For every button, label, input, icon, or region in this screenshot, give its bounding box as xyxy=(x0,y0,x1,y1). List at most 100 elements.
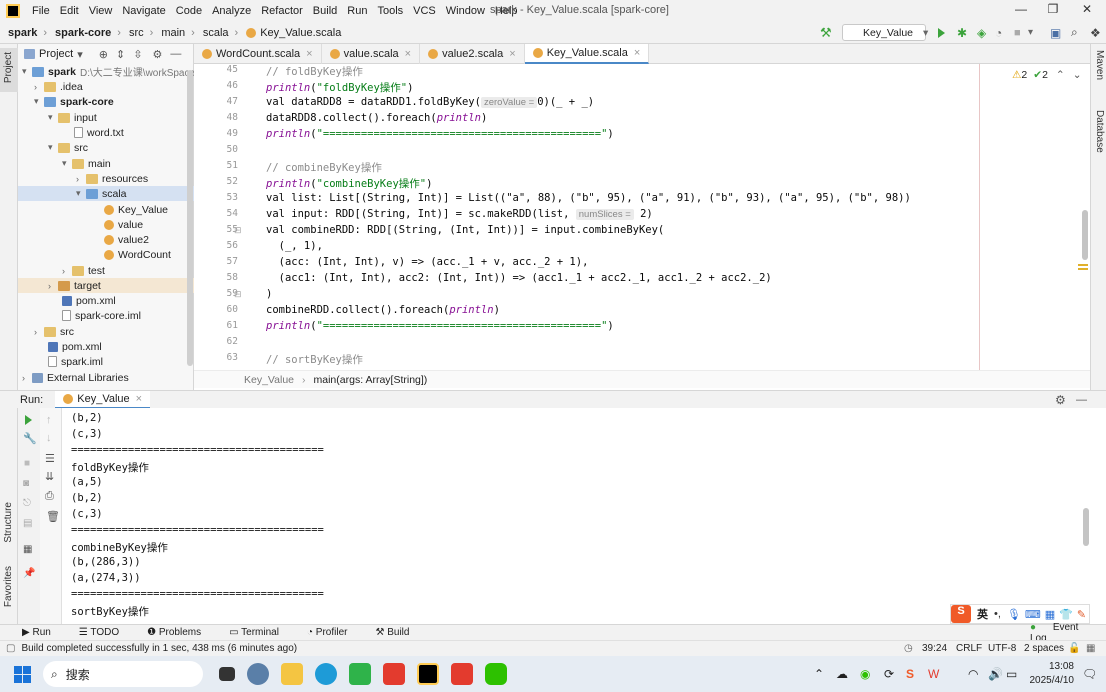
tree-item-main[interactable]: ▾ main xyxy=(62,156,111,171)
toolwindow-terminal[interactable]: ▭ Terminal xyxy=(229,627,293,638)
wps-icon[interactable] xyxy=(383,663,405,685)
skin-icon[interactable]: 👕 xyxy=(1059,608,1073,621)
edge-browser-icon[interactable] xyxy=(315,663,337,685)
trash-icon[interactable]: 🗑 xyxy=(46,510,60,523)
favorites-tool-button[interactable]: Favorites xyxy=(3,566,14,607)
exit-icon[interactable]: ⎋ xyxy=(23,498,31,509)
clock[interactable]: 13:08 2025/4/10 xyxy=(1028,660,1075,688)
breadcrumb-scala[interactable]: scala xyxy=(203,27,229,39)
breadcrumb-file[interactable]: Key_Value.scala xyxy=(246,27,341,39)
menu-run[interactable]: Run xyxy=(347,5,367,17)
project-structure-icon[interactable]: ▣ xyxy=(1050,26,1061,40)
tree-item-scala[interactable]: ▾ scala xyxy=(18,186,194,201)
tree-item-external-libraries[interactable]: › External Libraries xyxy=(22,370,129,385)
code-editor[interactable]: 45 46 47 48 49 50 51 52 53 54 55 56 57 5… xyxy=(194,64,1090,370)
status-message[interactable]: Build completed successfully in 1 sec, 4… xyxy=(21,643,297,654)
wps-office-icon[interactable] xyxy=(451,663,473,685)
menu-navigate[interactable]: Navigate xyxy=(122,5,165,17)
breadcrumb-object[interactable]: Key_Value xyxy=(244,374,294,386)
menu-view[interactable]: View xyxy=(89,5,113,17)
indent-setting[interactable]: 2 spaces xyxy=(1024,643,1064,654)
tray-chevron-icon[interactable]: ⌃ xyxy=(814,667,824,681)
notification-icon[interactable]: 🗨 xyxy=(1082,667,1097,681)
volume-icon[interactable]: 🔊 xyxy=(988,667,1003,681)
up-arrow-icon[interactable]: ↑ xyxy=(46,414,52,426)
battery-icon[interactable]: ▭ xyxy=(1006,667,1017,681)
restore-layout-icon[interactable]: ▤ xyxy=(23,518,32,529)
tree-item-spark-iml[interactable]: spark.iml xyxy=(48,354,103,369)
toolwindow-problems[interactable]: ❶ Problems xyxy=(147,627,215,638)
tree-item-spark-core-iml[interactable]: spark-core.iml xyxy=(62,308,141,323)
fold-marker-icon[interactable]: ⊟ xyxy=(234,225,242,236)
hide-panel-icon[interactable]: — xyxy=(1076,394,1087,406)
file-explorer-icon[interactable] xyxy=(281,663,303,685)
down-arrow-icon[interactable]: ↓ xyxy=(46,432,52,444)
structure-tool-button[interactable]: Structure xyxy=(3,502,14,543)
breadcrumb-main[interactable]: main xyxy=(161,27,185,39)
sogou-tray-icon[interactable]: S xyxy=(906,667,914,681)
file-encoding[interactable]: UTF-8 xyxy=(988,643,1016,654)
menu-code[interactable]: Code xyxy=(176,5,202,17)
more-icon[interactable]: ▾ xyxy=(1028,27,1033,38)
breadcrumb-spark[interactable]: spark xyxy=(8,27,37,39)
tree-item-target[interactable]: › target xyxy=(18,278,194,293)
tab-wordcount[interactable]: WordCount.scala × xyxy=(194,44,322,64)
tree-item-value[interactable]: value xyxy=(104,217,143,232)
coverage-icon[interactable]: ◈ xyxy=(977,26,986,40)
tree-item-value2[interactable]: value2 xyxy=(104,232,149,247)
tree-item-src[interactable]: ▾ src xyxy=(48,140,88,155)
inspections-widget[interactable]: ⚠ 2 ✔ 2 ⌃ ⌄ xyxy=(1012,69,1082,81)
taskbar-search[interactable]: ⌕ 搜索 xyxy=(43,661,203,687)
expand-icon[interactable]: ⇳ xyxy=(133,48,142,61)
scroll-to-end-icon[interactable]: ⇊ xyxy=(45,470,54,483)
profile-icon[interactable]: ◔ xyxy=(995,26,1002,40)
tool-icon[interactable]: ✎ xyxy=(1077,608,1086,621)
tree-item-word-txt[interactable]: word.txt xyxy=(74,125,124,140)
stop-icon[interactable]: ■ xyxy=(1014,27,1021,39)
rerun-icon[interactable] xyxy=(25,415,32,425)
tree-item-root-pom[interactable]: pom.xml xyxy=(48,339,102,354)
tree-item-idea[interactable]: › .idea xyxy=(34,79,83,94)
settings-logo-icon[interactable]: ❖ xyxy=(1090,26,1101,40)
tree-item-root-src[interactable]: › src xyxy=(34,324,74,339)
maximize-button[interactable]: ❐ xyxy=(1038,2,1068,20)
menu-file[interactable]: File xyxy=(32,5,50,17)
breadcrumb-src[interactable]: src xyxy=(129,27,144,39)
tree-item-spark-core[interactable]: ▾ spark-core xyxy=(34,94,114,109)
tab-key-value[interactable]: Key_Value.scala × xyxy=(524,44,650,64)
toolwindow-build[interactable]: ⚒ Build xyxy=(375,627,423,638)
menu-vcs[interactable]: VCS xyxy=(413,5,436,17)
wifi-icon[interactable]: ◠ xyxy=(968,667,978,681)
run-config-select[interactable]: Key_Value ▾ xyxy=(842,24,928,41)
gear-icon[interactable]: ⚙ xyxy=(152,48,162,61)
sync-icon[interactable]: ⟳ xyxy=(884,667,894,681)
keyboard-icon[interactable]: ⌨ xyxy=(1025,608,1041,621)
stop-icon[interactable]: ■ xyxy=(24,458,30,469)
collapse-all-icon[interactable]: ⇕ xyxy=(116,48,125,61)
windows-start-icon[interactable] xyxy=(14,665,31,683)
database-tool-button[interactable]: Database xyxy=(1094,110,1105,153)
maven-tool-button[interactable]: Maven xyxy=(1094,50,1105,80)
tree-item-wordcount[interactable]: WordCount xyxy=(104,247,171,262)
breadcrumb-method[interactable]: main(args: Array[String]) xyxy=(314,374,428,386)
apps-icon[interactable]: ▦ xyxy=(1045,608,1055,621)
pin-icon[interactable]: 📌 xyxy=(23,568,35,579)
mic-icon[interactable]: 🎙 xyxy=(1007,608,1021,621)
menu-window[interactable]: Window xyxy=(446,5,485,17)
project-view-selector[interactable]: Project xyxy=(39,48,73,60)
gear-icon[interactable]: ⚙ xyxy=(1055,393,1066,407)
menu-analyze[interactable]: Analyze xyxy=(212,5,251,17)
intellij-taskbar-icon[interactable] xyxy=(417,663,439,685)
tree-item-root[interactable]: ▾ spark D:\大二专业课\workSpace xyxy=(22,64,195,80)
wrench-icon[interactable]: 🔧 xyxy=(23,432,37,445)
run-tab-key-value[interactable]: Key_Value × xyxy=(55,390,151,409)
cloud-icon[interactable]: ☁ xyxy=(836,667,848,681)
task-view-icon[interactable] xyxy=(219,667,235,681)
locate-icon[interactable]: ⊕ xyxy=(99,48,108,61)
ime-tray-icon[interactable]: W xyxy=(928,667,939,681)
caret-position[interactable]: 39:24 xyxy=(922,643,947,654)
soft-wrap-icon[interactable]: ☰ xyxy=(45,452,55,465)
console-scrollbar[interactable] xyxy=(1083,508,1089,546)
editor-scrollbar[interactable] xyxy=(1082,210,1088,260)
hide-panel-icon[interactable]: — xyxy=(170,48,181,60)
